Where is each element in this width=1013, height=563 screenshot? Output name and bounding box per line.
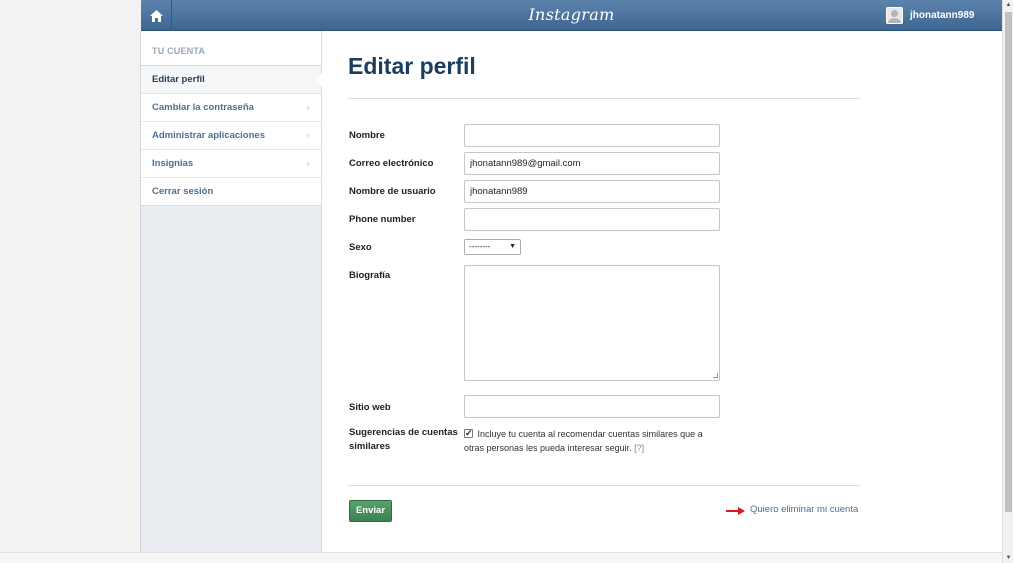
delete-account-link[interactable]: Quiero eliminar mi cuenta — [750, 504, 858, 515]
top-navbar: Instagram jhonatann989 — [141, 0, 1002, 31]
chevron-right-icon: › — [306, 130, 310, 142]
suggestions-label: Sugerencias de cuentas similares — [349, 427, 458, 452]
sidebar-item-change-password[interactable]: Cambiar la contraseña › — [141, 93, 321, 121]
avatar — [886, 7, 903, 24]
user-menu[interactable]: jhonatann989 — [882, 0, 1002, 31]
horizontal-scroll-area — [0, 552, 1002, 563]
edit-profile-panel: Editar perfil Nombre Correo electrónico … — [322, 31, 1002, 552]
sidebar-item-label: Administrar aplicaciones — [152, 130, 265, 141]
chevron-right-icon: › — [306, 102, 310, 114]
sidebar-heading: TU CUENTA — [141, 31, 321, 65]
instagram-logo[interactable]: Instagram — [141, 5, 1002, 24]
sidebar-item-label: Insignias — [152, 158, 194, 169]
scroll-down-icon[interactable]: ▼ — [1003, 555, 1013, 561]
sidebar-item-badges[interactable]: Insignias › — [141, 149, 321, 177]
website-field[interactable] — [464, 395, 720, 418]
dropdown-arrow-icon: ▼ — [509, 243, 516, 250]
help-link[interactable]: [?] — [634, 443, 644, 453]
email-field[interactable] — [464, 152, 720, 175]
suggestions-text: Incluye tu cuenta al recomendar cuentas … — [464, 429, 703, 453]
name-field[interactable] — [464, 124, 720, 147]
sidebar-item-manage-apps[interactable]: Administrar aplicaciones › — [141, 121, 321, 149]
submit-button[interactable]: Enviar — [349, 500, 392, 522]
account-sidebar: TU CUENTA Editar perfil Cambiar la contr… — [140, 31, 322, 552]
bio-textarea[interactable] — [464, 265, 720, 381]
gender-label: Sexo — [349, 242, 372, 253]
gender-selected-value: -------- — [469, 242, 491, 251]
chevron-right-icon: › — [306, 158, 310, 170]
gender-select[interactable]: -------- ▼ — [464, 239, 521, 255]
sidebar-item-edit-profile[interactable]: Editar perfil — [141, 65, 322, 93]
divider — [348, 485, 860, 486]
scroll-up-icon[interactable]: ▲ — [1003, 2, 1013, 8]
username-field[interactable] — [464, 180, 720, 203]
phone-field[interactable] — [464, 208, 720, 231]
sidebar-item-label: Cambiar la contraseña — [152, 102, 254, 113]
sidebar-item-label: Cerrar sesión — [152, 186, 214, 197]
suggestions-checkbox[interactable] — [464, 426, 473, 440]
username-field-label: Nombre de usuario — [349, 186, 436, 197]
resize-handle-icon[interactable] — [713, 373, 718, 378]
scrollbar-thumb[interactable] — [1005, 12, 1012, 512]
website-label: Sitio web — [349, 402, 391, 413]
phone-label: Phone number — [349, 214, 416, 225]
vertical-scrollbar[interactable]: ▲ ▼ — [1002, 0, 1013, 563]
sidebar-item-logout[interactable]: Cerrar sesión — [141, 177, 321, 205]
suggestions-option: Incluye tu cuenta al recomendar cuentas … — [464, 426, 724, 455]
sidebar-item-label: Editar perfil — [152, 74, 205, 85]
username-label: jhonatann989 — [910, 10, 975, 21]
name-label: Nombre — [349, 130, 385, 141]
page-title: Editar perfil — [348, 53, 476, 79]
red-arrow-icon — [726, 507, 745, 515]
bio-label: Biografía — [349, 270, 391, 281]
email-label: Correo electrónico — [349, 158, 434, 169]
divider — [348, 98, 860, 99]
